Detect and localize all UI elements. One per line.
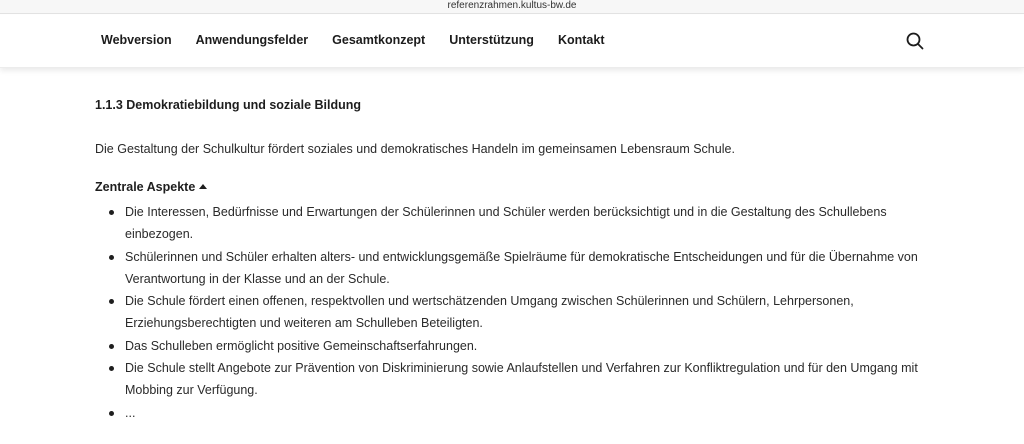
nav-item-webversion[interactable]: Webversion <box>101 33 172 47</box>
list-item-text: Die Interessen, Bedürfnisse und Erwartun… <box>125 205 887 242</box>
list-item-text: Das Schulleben ermöglicht positive Gemei… <box>125 338 478 353</box>
aspects-list: Die Interessen, Bedürfnisse und Erwartun… <box>95 201 935 424</box>
nav-item-gesamtkonzept[interactable]: Gesamtkonzept <box>332 33 425 47</box>
list-item: ... <box>107 402 937 424</box>
main-content: 1.1.3 Demokratiebildung und soziale Bild… <box>95 97 935 424</box>
bullet-icon <box>109 343 114 349</box>
list-item-text: Schülerinnen und Schüler erhalten alters… <box>125 249 918 286</box>
main-nav: Webversion Anwendungsfelder Gesamtkonzep… <box>101 33 628 47</box>
aspects-label: Zentrale Aspekte <box>95 180 196 194</box>
list-item: Die Schule stellt Angebote zur Präventio… <box>107 357 937 402</box>
nav-item-unterstuetzung[interactable]: Unterstützung <box>449 33 534 47</box>
url-text: referenzrahmen.kultus-bw.de <box>447 0 577 11</box>
list-item-text: Die Schule fördert einen offenen, respek… <box>125 294 854 331</box>
list-item-text: Die Schule stellt Angebote zur Präventio… <box>125 361 918 398</box>
section-intro: Die Gestaltung der Schulkultur fördert s… <box>95 142 735 156</box>
nav-item-anwendungsfelder[interactable]: Anwendungsfelder <box>196 33 309 47</box>
search-button[interactable] <box>905 31 925 51</box>
bullet-icon <box>109 210 114 215</box>
bullet-icon <box>109 366 114 372</box>
bullet-icon <box>109 254 114 260</box>
list-item: Schülerinnen und Schüler erhalten alters… <box>107 246 937 291</box>
search-icon <box>906 32 924 50</box>
list-item: Das Schulleben ermöglicht positive Gemei… <box>107 335 937 357</box>
bullet-icon <box>109 299 114 305</box>
aspects-toggle[interactable]: Zentrale Aspekte <box>95 179 935 195</box>
list-item-text: ... <box>125 405 136 420</box>
list-item: Die Interessen, Bedürfnisse und Erwartun… <box>107 201 937 246</box>
bullet-icon <box>109 410 114 416</box>
list-item: Die Schule fördert einen offenen, respek… <box>107 290 937 335</box>
site-header: Webversion Anwendungsfelder Gesamtkonzep… <box>0 15 1024 68</box>
nav-item-kontakt[interactable]: Kontakt <box>558 33 605 47</box>
section-title: 1.1.3 Demokratiebildung und soziale Bild… <box>95 98 362 112</box>
browser-url-bar[interactable]: referenzrahmen.kultus-bw.de <box>0 0 1024 14</box>
caret-up-icon <box>199 183 208 189</box>
